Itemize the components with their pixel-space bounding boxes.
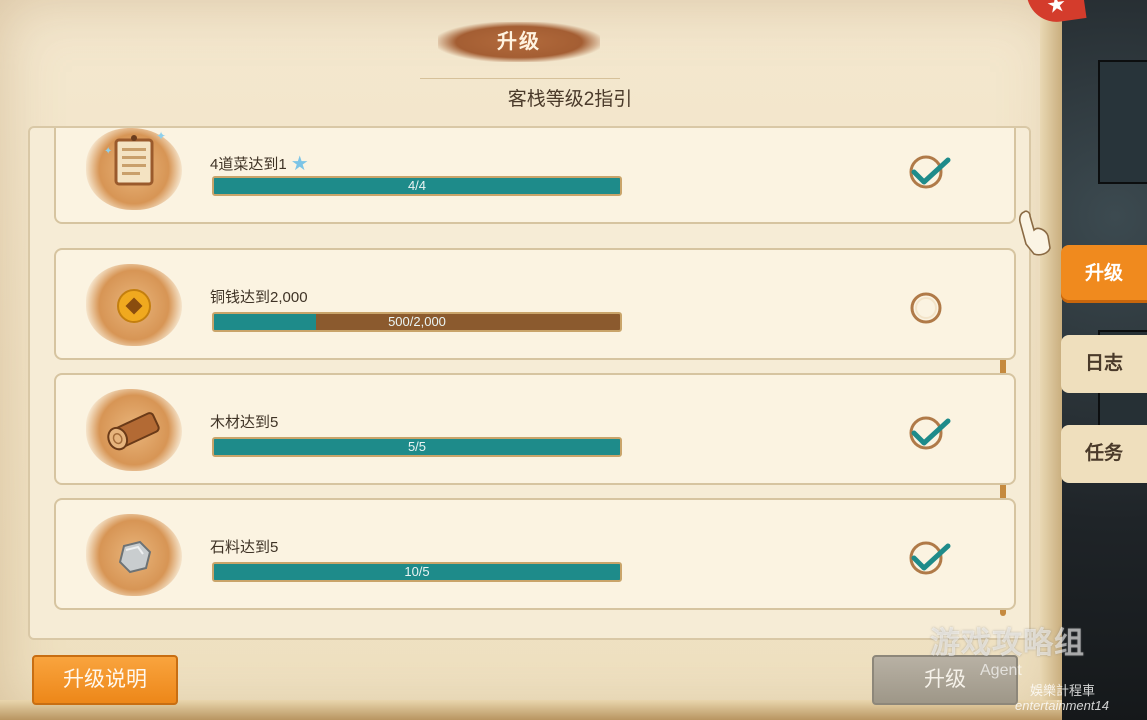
tab-label: 升级 bbox=[1084, 263, 1123, 284]
pointer-hand-icon bbox=[1018, 210, 1051, 256]
task-card[interactable]: 铜钱达到2,000 500/2,000 bbox=[54, 248, 1016, 360]
task-label: 铜钱达到2,000 bbox=[210, 286, 308, 307]
parchment-edge bbox=[1040, 0, 1062, 720]
progress-bar: 10/5 bbox=[212, 562, 622, 582]
stone-icon bbox=[86, 514, 182, 596]
watermark-agent: Agent bbox=[980, 662, 1022, 679]
progress-text: 5/5 bbox=[407, 439, 427, 454]
task-label: 石料达到5 bbox=[210, 536, 278, 557]
progress-bar: 4/4 bbox=[212, 176, 622, 196]
task-label-text: 木材达到5 bbox=[210, 414, 279, 431]
window-lattice bbox=[1098, 60, 1147, 184]
task-label-text: 铜钱达到2,000 bbox=[210, 289, 308, 306]
tab-log[interactable]: 日志 bbox=[1061, 335, 1147, 393]
progress-text: 10/5 bbox=[404, 564, 430, 579]
menu-board-icon: ✦ ✦ bbox=[86, 128, 182, 210]
tab-quests[interactable]: 任务 bbox=[1061, 425, 1147, 483]
copper-coin-icon bbox=[86, 264, 182, 346]
page-subtitle: 客栈等级2指引 bbox=[507, 89, 633, 110]
progress-bar: 5/5 bbox=[212, 437, 622, 457]
close-star-icon: ★ bbox=[1044, 0, 1068, 19]
task-label: 4道菜达到1 ★ bbox=[210, 150, 309, 175]
wood-log-icon bbox=[86, 389, 182, 471]
star-icon: ★ bbox=[290, 153, 309, 175]
checkmark-icon bbox=[908, 415, 952, 451]
task-card[interactable]: ✦ ✦ 4道菜达到1 ★ 4/4 bbox=[54, 128, 1016, 224]
tab-upgrade[interactable]: 升级 bbox=[1061, 245, 1147, 303]
task-list[interactable]: ✦ ✦ 4道菜达到1 ★ 4/4 铜钱达到2,000 500/2,000 木材达到5 5/5 石料… bbox=[28, 126, 1031, 640]
watermark-cn: 娛樂計程車 bbox=[1030, 683, 1096, 698]
task-card[interactable]: 木材达到5 5/5 bbox=[54, 373, 1016, 485]
tab-label: 任务 bbox=[1084, 443, 1123, 464]
task-icon-bg bbox=[86, 264, 182, 346]
watermark-en: entertainment14 bbox=[1015, 698, 1109, 713]
task-card[interactable]: 石料达到5 10/5 bbox=[54, 498, 1016, 610]
progress-text: 500/2,000 bbox=[388, 314, 446, 329]
svg-text:✦: ✦ bbox=[156, 129, 166, 143]
task-icon-bg: ✦ ✦ bbox=[86, 128, 182, 210]
upgrade-help-button[interactable]: 升级说明 bbox=[32, 655, 178, 705]
watermark-text: 游戏攻略组 bbox=[930, 627, 1085, 660]
tab-label: 日志 bbox=[1084, 353, 1123, 374]
checkmark-icon bbox=[908, 154, 952, 190]
task-label-text: 石料达到5 bbox=[210, 539, 279, 556]
page-title: 升级 bbox=[497, 31, 541, 53]
checkmark-icon bbox=[908, 540, 952, 576]
divider bbox=[420, 78, 620, 79]
progress-bar: 500/2,000 bbox=[212, 312, 622, 332]
task-icon-bg bbox=[86, 514, 182, 596]
task-icon-bg bbox=[86, 389, 182, 471]
svg-text:✦: ✦ bbox=[104, 146, 112, 157]
task-label-text: 4道菜达到1 bbox=[210, 156, 287, 173]
pending-circle-icon bbox=[908, 290, 952, 326]
task-label: 木材达到5 bbox=[210, 411, 278, 432]
progress-text: 4/4 bbox=[407, 178, 427, 193]
title-banner: 升级 bbox=[438, 22, 600, 62]
